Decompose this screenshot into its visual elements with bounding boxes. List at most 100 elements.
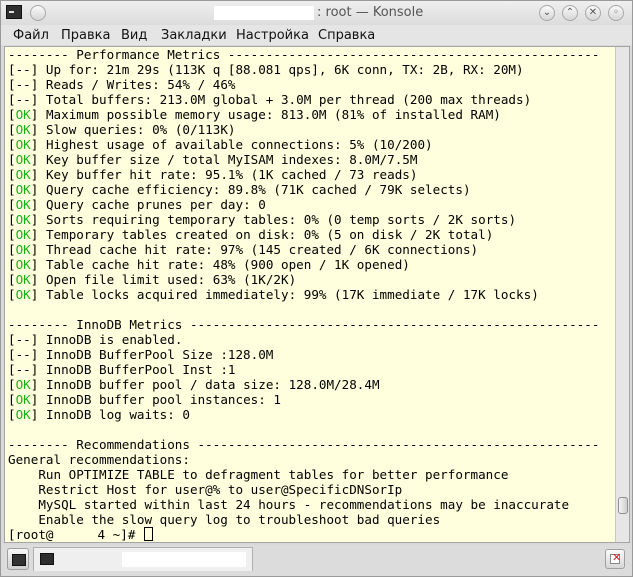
status-tag: [OK] [8, 107, 39, 122]
line-text: Key buffer size / total MyISAM indexes: … [38, 152, 418, 167]
line-text: MySQL started within last 24 hours - rec… [8, 497, 570, 512]
line-text: Up for: 21m 29s (113K q [88.081 qps], 6K… [38, 62, 524, 77]
menu-edit[interactable]: Правка [61, 28, 110, 43]
scrollbar-thumb[interactable] [618, 497, 628, 514]
line-text: Open file limit used: 63% (1K/2K) [38, 272, 297, 287]
status-tag: [OK] [8, 212, 39, 227]
status-tag: [--] [8, 77, 39, 92]
line-text: -------- Performance Metrics -----------… [8, 47, 600, 62]
terminal-line: [OK] Temporary tables created on disk: 0… [8, 227, 493, 242]
maximize-button[interactable]: ⌃ [562, 5, 578, 21]
session-tab[interactable] [33, 547, 253, 571]
terminal-line: Run OPTIMIZE TABLE to defragment tables … [8, 467, 508, 482]
line-text: Reads / Writes: 54% / 46% [38, 77, 236, 92]
terminal-line: MySQL started within last 24 hours - rec… [8, 497, 569, 512]
status-tag: [OK] [8, 242, 39, 257]
terminal-line: [--] Reads / Writes: 54% / 46% [8, 77, 235, 92]
terminal-line: [--] Total buffers: 213.0M global + 3.0M… [8, 92, 531, 107]
line-text: InnoDB BufferPool Size :128.0M [38, 347, 274, 362]
terminal-line: [OK] Key buffer size / total MyISAM inde… [8, 152, 417, 167]
line-text: Highest usage of available connections: … [38, 137, 433, 152]
status-tag: [OK] [8, 272, 39, 287]
redacted-hostname [53, 528, 98, 541]
status-tag: [--] [8, 332, 39, 347]
menu-settings[interactable]: Настройка [236, 28, 309, 43]
terminal-scrollbar[interactable] [615, 47, 629, 542]
minimize-button[interactable]: ⌄ [539, 5, 555, 21]
terminal-line: [OK] Open file limit used: 63% (1K/2K) [8, 272, 296, 287]
menu-view[interactable]: Вид [121, 28, 147, 43]
terminal-line: [OK] Key buffer hit rate: 95.1% (1K cach… [8, 167, 417, 182]
line-text: Run OPTIMIZE TABLE to defragment tables … [8, 467, 509, 482]
terminal-line: -------- InnoDB Metrics ----------------… [8, 317, 599, 332]
terminal-line: [OK] Thread cache hit rate: 97% (145 cre… [8, 242, 478, 257]
status-tag: [OK] [8, 122, 39, 137]
terminal-icon[interactable] [6, 5, 22, 19]
terminal-frame: -------- Performance Metrics -----------… [4, 46, 630, 543]
close-tab-icon[interactable] [605, 549, 625, 569]
terminal-line: [--] Up for: 21m 29s (113K q [88.081 qps… [8, 62, 524, 77]
line-text: Table locks acquired immediately: 99% (1… [38, 287, 539, 302]
konsole-window: : root — Konsole ⌄ ⌃ ✕ ◦ Файл Правка Вид… [0, 0, 633, 577]
menu-file[interactable]: Файл [13, 28, 49, 43]
status-tag: [--] [8, 362, 39, 377]
menu-bookmarks[interactable]: Закладки [161, 28, 227, 43]
status-tag: [--] [8, 62, 39, 77]
terminal-line: General recommendations: [8, 452, 190, 467]
status-tag: [OK] [8, 137, 39, 152]
line-text: -------- Recommendations ---------------… [8, 437, 600, 452]
line-text: Enable the slow query log to troubleshoo… [8, 512, 441, 527]
status-tag: [OK] [8, 257, 39, 272]
status-tag: [OK] [8, 407, 39, 422]
menu-help[interactable]: Справка [318, 28, 375, 43]
terminal-line: [OK] Table locks acquired immediately: 9… [8, 287, 539, 302]
line-text: General recommendations: [8, 452, 190, 467]
line-text: Sorts requiring temporary tables: 0% (0 … [38, 212, 517, 227]
terminal-line: [OK] InnoDB buffer pool instances: 1 [8, 392, 281, 407]
terminal-line: [OK] Sorts requiring temporary tables: 0… [8, 212, 516, 227]
line-text: Key buffer hit rate: 95.1% (1K cached / … [38, 167, 418, 182]
terminal-line: [OK] InnoDB buffer pool / data size: 128… [8, 377, 380, 392]
line-text: Table cache hit rate: 48% (900 open / 1K… [38, 257, 410, 272]
window-title: : root — Konsole [317, 5, 424, 20]
line-text: Slow queries: 0% (0/113K) [38, 122, 236, 137]
terminal-line: Restrict Host for user@% to user@Specifi… [8, 482, 402, 497]
terminal-line: [OK] Slow queries: 0% (0/113K) [8, 122, 236, 137]
status-tag: [--] [8, 92, 39, 107]
redacted-tab-label [122, 552, 246, 567]
terminal-line: [OK] InnoDB log waits: 0 [8, 407, 190, 422]
line-text: InnoDB BufferPool Inst :1 [38, 362, 236, 377]
pin-button[interactable] [30, 5, 46, 21]
line-text: InnoDB buffer pool / data size: 128.0M/2… [38, 377, 380, 392]
new-tab-icon[interactable] [7, 548, 29, 570]
line-text: Restrict Host for user@% to user@Specifi… [8, 482, 403, 497]
close-window-button[interactable]: ✕ [585, 5, 601, 21]
terminal-line: [--] InnoDB BufferPool Inst :1 [8, 362, 235, 377]
terminal-line: [--] InnoDB is enabled. [8, 332, 182, 347]
line-text: Total buffers: 213.0M global + 3.0M per … [38, 92, 532, 107]
line-text: Temporary tables created on disk: 0% (5 … [38, 227, 494, 242]
status-tag: [OK] [8, 287, 39, 302]
tab-bar [1, 545, 632, 576]
terminal-line: [OK] Highest usage of available connecti… [8, 137, 433, 152]
line-text: Query cache efficiency: 89.8% (71K cache… [38, 182, 471, 197]
terminal-line: [OK] Maximum possible memory usage: 813.… [8, 107, 501, 122]
prompt-prefix: [root@ [8, 527, 54, 542]
terminal-tab-icon [40, 553, 54, 565]
terminal-line: [OK] Query cache prunes per day: 0 [8, 197, 266, 212]
status-tag: [OK] [8, 167, 39, 182]
title-bar[interactable]: : root — Konsole ⌄ ⌃ ✕ ◦ [1, 1, 632, 25]
line-text: Thread cache hit rate: 97% (145 created … [38, 242, 479, 257]
status-tag: [OK] [8, 197, 39, 212]
text-cursor [144, 527, 153, 541]
terminal-line: Enable the slow query log to troubleshoo… [8, 512, 440, 527]
terminal-line: [OK] Query cache efficiency: 89.8% (71K … [8, 182, 471, 197]
line-text: -------- InnoDB Metrics ----------------… [8, 317, 600, 332]
status-tag: [--] [8, 347, 39, 362]
shell-prompt[interactable]: [root@ 4 ~]# [8, 527, 153, 542]
status-tag: [OK] [8, 182, 39, 197]
window-menu-button[interactable]: ◦ [608, 5, 624, 21]
terminal-output[interactable]: -------- Performance Metrics -----------… [8, 47, 612, 542]
terminal-line: -------- Recommendations ---------------… [8, 437, 599, 452]
line-text: InnoDB buffer pool instances: 1 [38, 392, 281, 407]
